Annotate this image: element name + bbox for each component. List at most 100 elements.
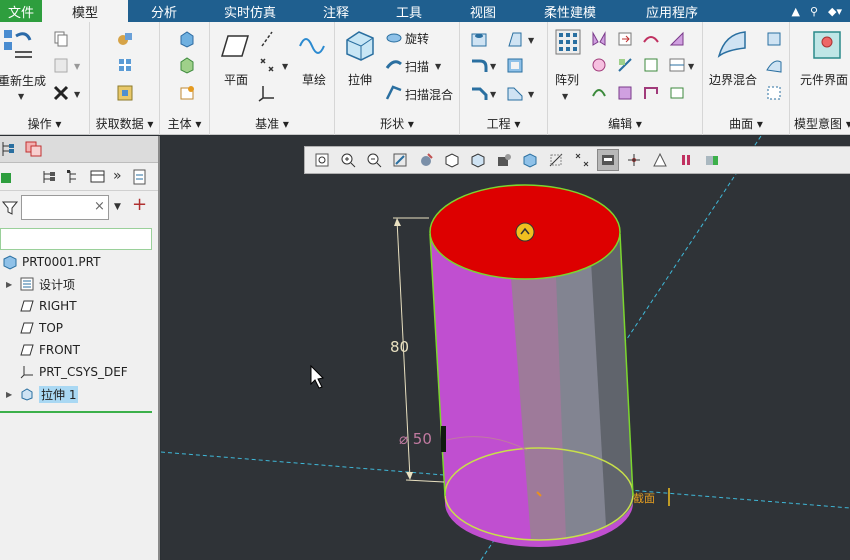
view-manager-icon[interactable] — [467, 149, 489, 171]
thicken-icon[interactable] — [642, 56, 660, 74]
group-label-model-intent[interactable]: 模型意图 ▾ — [794, 115, 850, 132]
extrude-label[interactable]: 拉伸 — [348, 71, 372, 88]
boundary-blend-label[interactable]: 边界混合 — [709, 71, 757, 88]
edit-more-dropdown-icon[interactable]: ▼ — [688, 62, 694, 71]
datum-plane-icon[interactable] — [220, 34, 250, 58]
part-display-icon[interactable] — [0, 170, 14, 184]
tree-item-front[interactable]: FRONT — [0, 339, 158, 361]
clear-search-icon[interactable]: × — [94, 199, 105, 214]
zoom-in-icon[interactable] — [337, 149, 359, 171]
tree-item-right[interactable]: RIGHT — [0, 295, 158, 317]
refit-icon[interactable] — [311, 149, 333, 171]
caret-up-icon[interactable]: ▲ — [791, 5, 799, 18]
tree-root[interactable]: PRT0001.PRT — [0, 251, 158, 273]
saved-views-icon[interactable] — [441, 149, 463, 171]
sweep-dropdown-icon[interactable]: ▼ — [435, 62, 441, 71]
datum-point-dropdown-icon[interactable]: ▼ — [282, 62, 288, 71]
swept-blend-label[interactable]: 扫描混合 — [405, 86, 453, 103]
datum-axis-icon[interactable] — [258, 30, 276, 48]
menu-tab-file[interactable]: 文件 — [0, 0, 42, 22]
tree-item-csys[interactable]: PRT_CSYS_DEF — [0, 361, 158, 383]
round-icon[interactable] — [470, 56, 488, 74]
component-interface-icon[interactable] — [810, 28, 844, 62]
default-body-icon[interactable] — [178, 84, 196, 102]
mirror-icon[interactable] — [590, 30, 608, 48]
menu-tab-annotate[interactable]: 注释 — [300, 0, 372, 22]
tree-filter-icon[interactable] — [132, 168, 148, 186]
show-icon[interactable] — [90, 169, 106, 185]
insert-indicator[interactable] — [0, 411, 152, 413]
hole-icon[interactable] — [470, 30, 488, 48]
pattern-label[interactable]: 阵列 — [555, 71, 579, 88]
component-interface-label[interactable]: 元件界面 — [800, 71, 848, 88]
group-label-edit[interactable]: 编辑 ▾ — [548, 115, 702, 132]
freestyle-icon[interactable] — [765, 84, 783, 102]
intersect-icon[interactable] — [668, 56, 686, 74]
datum-point-icon[interactable] — [258, 56, 276, 74]
shell-icon[interactable] — [506, 56, 524, 74]
annotation-icon[interactable] — [649, 149, 671, 171]
search-icon[interactable]: ⚲ — [810, 5, 818, 18]
tree-item-design-items[interactable]: ▶ 设计项 — [0, 273, 158, 295]
tree-columns-icon[interactable] — [66, 169, 80, 185]
point-display-icon[interactable] — [571, 149, 593, 171]
menu-tab-flexible[interactable]: 柔性建模 — [520, 0, 620, 22]
trim-icon[interactable] — [616, 56, 634, 74]
pause-icon[interactable] — [675, 149, 697, 171]
appearance-icon[interactable] — [701, 149, 723, 171]
annotation-display-icon[interactable] — [597, 149, 619, 171]
funnel-icon[interactable] — [2, 200, 18, 216]
help-icon[interactable]: ◆▾ — [828, 5, 842, 18]
menu-tab-analysis[interactable]: 分析 — [128, 0, 200, 22]
expand-icon[interactable]: ▶ — [6, 280, 16, 289]
group-label-surface[interactable]: 曲面 ▾ — [703, 115, 789, 132]
rib-dropdown-icon[interactable]: ▼ — [528, 90, 534, 99]
group-label-engineering[interactable]: 工程 ▾ — [460, 115, 547, 132]
copy-icon[interactable] — [52, 30, 70, 48]
pattern-dropdown-icon[interactable]: ▼ — [562, 92, 568, 101]
coordinate-system-icon[interactable] — [258, 84, 276, 102]
shrinkwrap-icon[interactable] — [116, 84, 134, 102]
rib-icon[interactable] — [506, 84, 524, 102]
graphics-viewport[interactable]: 80 ⌀ 50 截面 — [161, 136, 850, 560]
perspective-icon[interactable] — [493, 149, 515, 171]
sketch-icon[interactable] — [298, 32, 328, 56]
extend-icon[interactable] — [616, 30, 634, 48]
add-filter-icon[interactable]: + — [132, 194, 147, 215]
expand-icon[interactable]: ▶ — [6, 390, 16, 399]
datum-display-icon[interactable] — [545, 149, 567, 171]
merge-icon[interactable] — [590, 56, 608, 74]
offset-icon[interactable] — [668, 30, 686, 48]
remove-icon[interactable] — [668, 84, 686, 102]
draft-icon[interactable] — [506, 30, 524, 48]
tree-item-top[interactable]: TOP — [0, 317, 158, 339]
section-view-icon[interactable] — [519, 149, 541, 171]
body-icon[interactable] — [178, 30, 196, 48]
group-label-body[interactable]: 主体 ▾ — [160, 115, 209, 132]
datum-plane-label[interactable]: 平面 — [224, 71, 248, 88]
sweep-label[interactable]: 扫描 — [405, 58, 429, 75]
delete-dropdown-icon[interactable]: ▼ — [74, 90, 80, 99]
tree-item-extrude-1[interactable]: ▶ 拉伸 1 — [0, 383, 158, 405]
tree-settings-icon[interactable] — [42, 169, 58, 185]
copy-geometry-icon[interactable] — [116, 56, 134, 74]
pattern-icon[interactable] — [554, 28, 582, 56]
menu-tab-view[interactable]: 视图 — [446, 0, 520, 22]
group-label-operations[interactable]: 操作 ▾ — [0, 115, 89, 132]
extrude-icon[interactable] — [343, 28, 377, 62]
diameter-dimension[interactable]: ⌀ 50 — [399, 430, 432, 448]
chamfer-icon[interactable] — [470, 84, 488, 102]
fill-surface-icon[interactable] — [765, 30, 783, 48]
solidify-icon[interactable] — [590, 84, 608, 102]
height-dimension[interactable]: 80 — [390, 338, 409, 356]
model-canvas[interactable] — [161, 136, 850, 560]
spin-center-icon[interactable] — [623, 149, 645, 171]
more-icon[interactable]: » — [113, 168, 122, 184]
menu-tab-tools[interactable]: 工具 — [372, 0, 446, 22]
wrap-icon[interactable] — [616, 84, 634, 102]
sweep-icon[interactable] — [385, 56, 403, 74]
group-label-datum[interactable]: 基准 ▾ — [210, 115, 334, 132]
new-body-icon[interactable] — [178, 56, 196, 74]
revolve-label[interactable]: 旋转 — [405, 30, 429, 47]
zoom-out-icon[interactable] — [363, 149, 385, 171]
